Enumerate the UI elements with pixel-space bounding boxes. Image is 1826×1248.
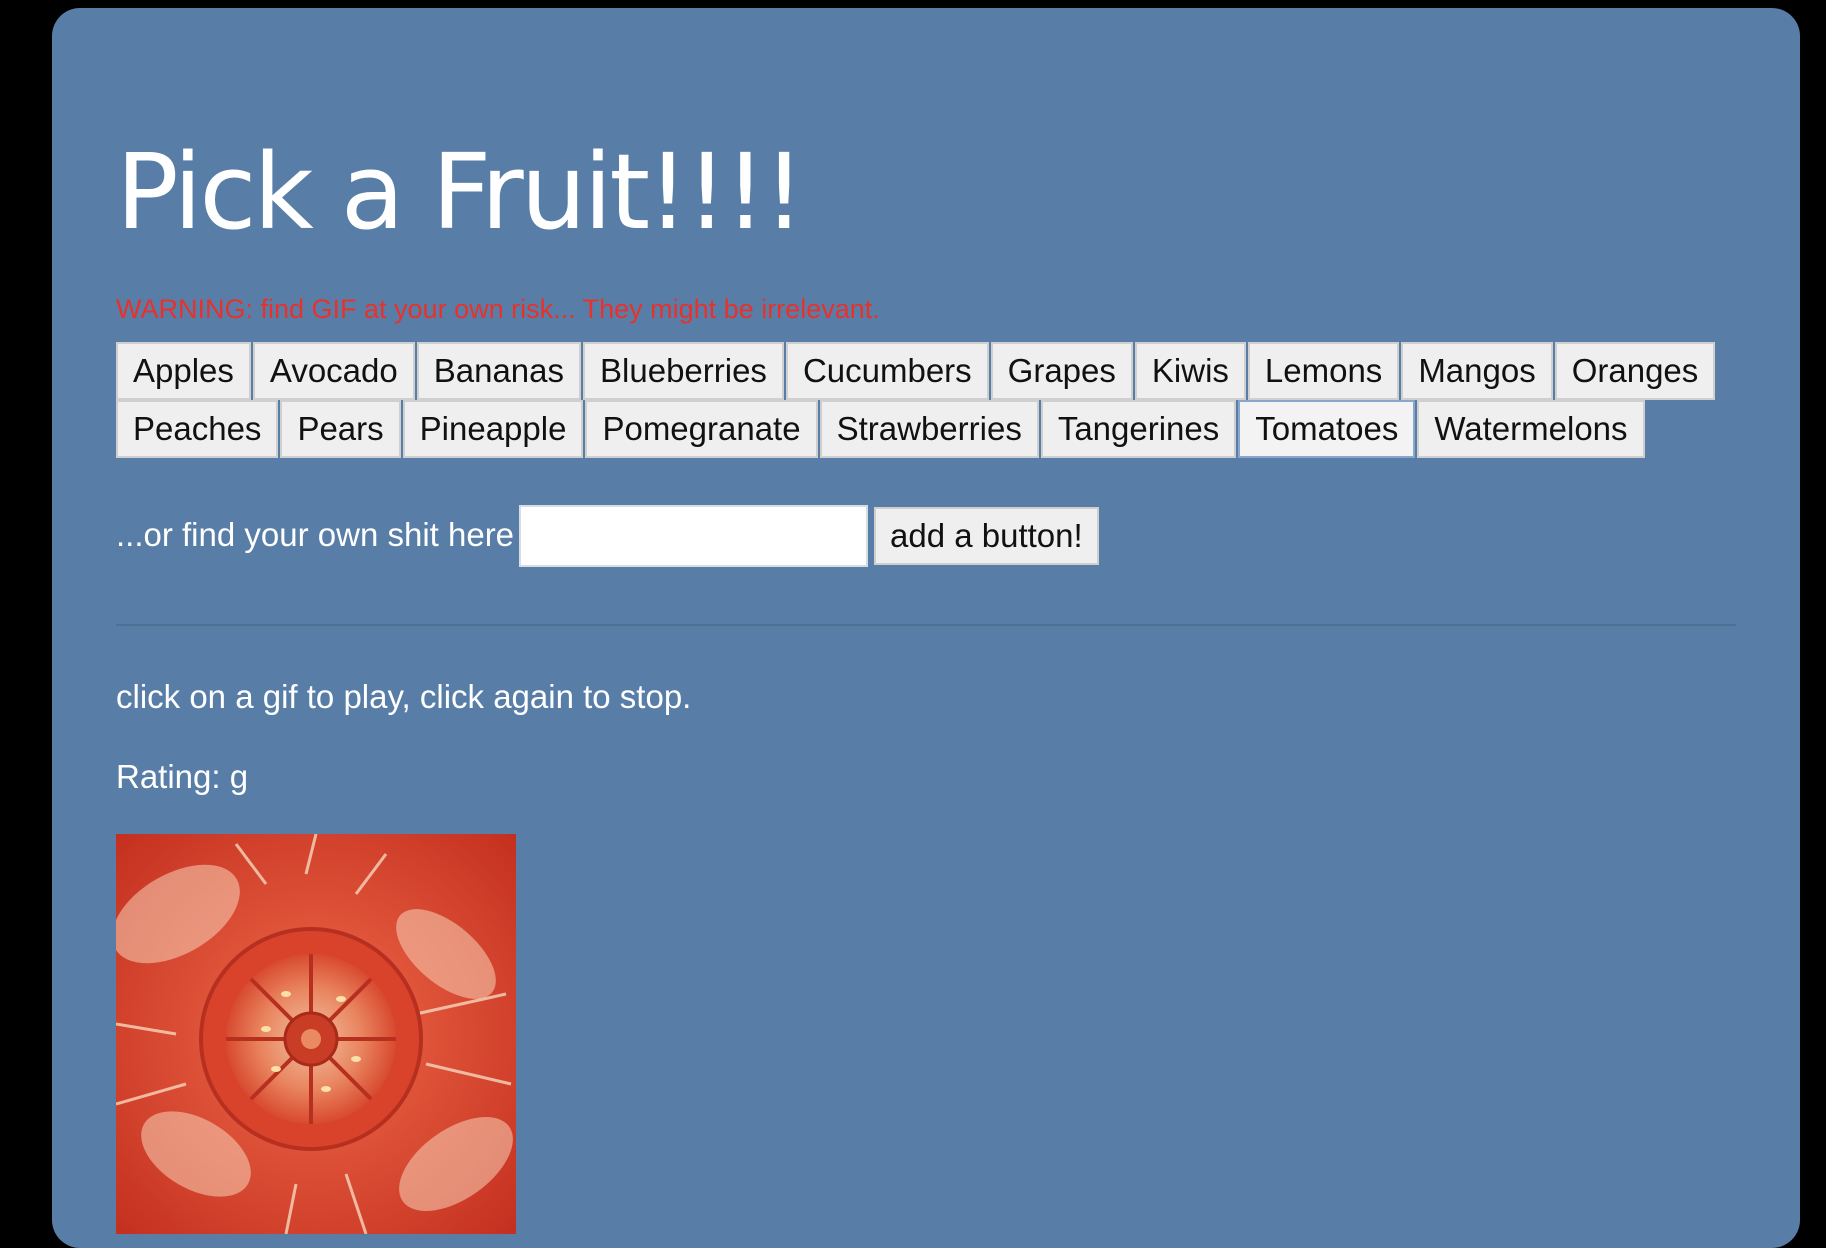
fruit-button-oranges[interactable]: Oranges: [1554, 342, 1716, 400]
fruit-button-grapes[interactable]: Grapes: [990, 342, 1133, 400]
search-input[interactable]: [519, 505, 868, 567]
fruit-button-tomatoes[interactable]: Tomatoes: [1238, 400, 1416, 458]
fruit-button-tangerines[interactable]: Tangerines: [1040, 400, 1237, 458]
fruit-button-lemons[interactable]: Lemons: [1247, 342, 1400, 400]
gif-rating: Rating: g: [116, 758, 249, 795]
fruit-button-kiwis[interactable]: Kiwis: [1134, 342, 1246, 400]
fruit-button-apples[interactable]: Apples: [116, 342, 251, 400]
search-label: ...or find your own shit here: [116, 516, 515, 553]
fruit-button-cucumbers[interactable]: Cucumbers: [785, 342, 989, 400]
main-panel: Pick a Fruit!!!! WARNING: find GIF at yo…: [52, 8, 1800, 1248]
fruit-button-pears[interactable]: Pears: [280, 400, 401, 458]
fruit-button-avocado[interactable]: Avocado: [252, 342, 415, 400]
fruit-button-row-1: Apples Avocado Bananas Blueberries Cucum…: [116, 342, 1717, 400]
warning-text: WARNING: find GIF at your own risk... Th…: [116, 294, 880, 324]
tomato-slice-image: [116, 834, 516, 1234]
page-title: Pick a Fruit!!!!: [116, 131, 805, 253]
add-button[interactable]: add a button!: [874, 507, 1099, 565]
fruit-button-blueberries[interactable]: Blueberries: [583, 342, 784, 400]
fruit-button-watermelons[interactable]: Watermelons: [1417, 400, 1645, 458]
fruit-button-pineapple[interactable]: Pineapple: [402, 400, 584, 458]
fruit-button-strawberries[interactable]: Strawberries: [819, 400, 1039, 458]
fruit-button-row-2: Peaches Pears Pineapple Pomegranate Stra…: [116, 400, 1647, 458]
tomato-gif-image[interactable]: [116, 834, 516, 1234]
fruit-button-peaches[interactable]: Peaches: [116, 400, 279, 458]
gif-instructions: click on a gif to play, click again to s…: [116, 678, 692, 715]
fruit-button-mangos[interactable]: Mangos: [1401, 342, 1553, 400]
divider: [116, 624, 1736, 626]
fruit-button-pomegranate[interactable]: Pomegranate: [585, 400, 818, 458]
fruit-button-bananas[interactable]: Bananas: [416, 342, 582, 400]
